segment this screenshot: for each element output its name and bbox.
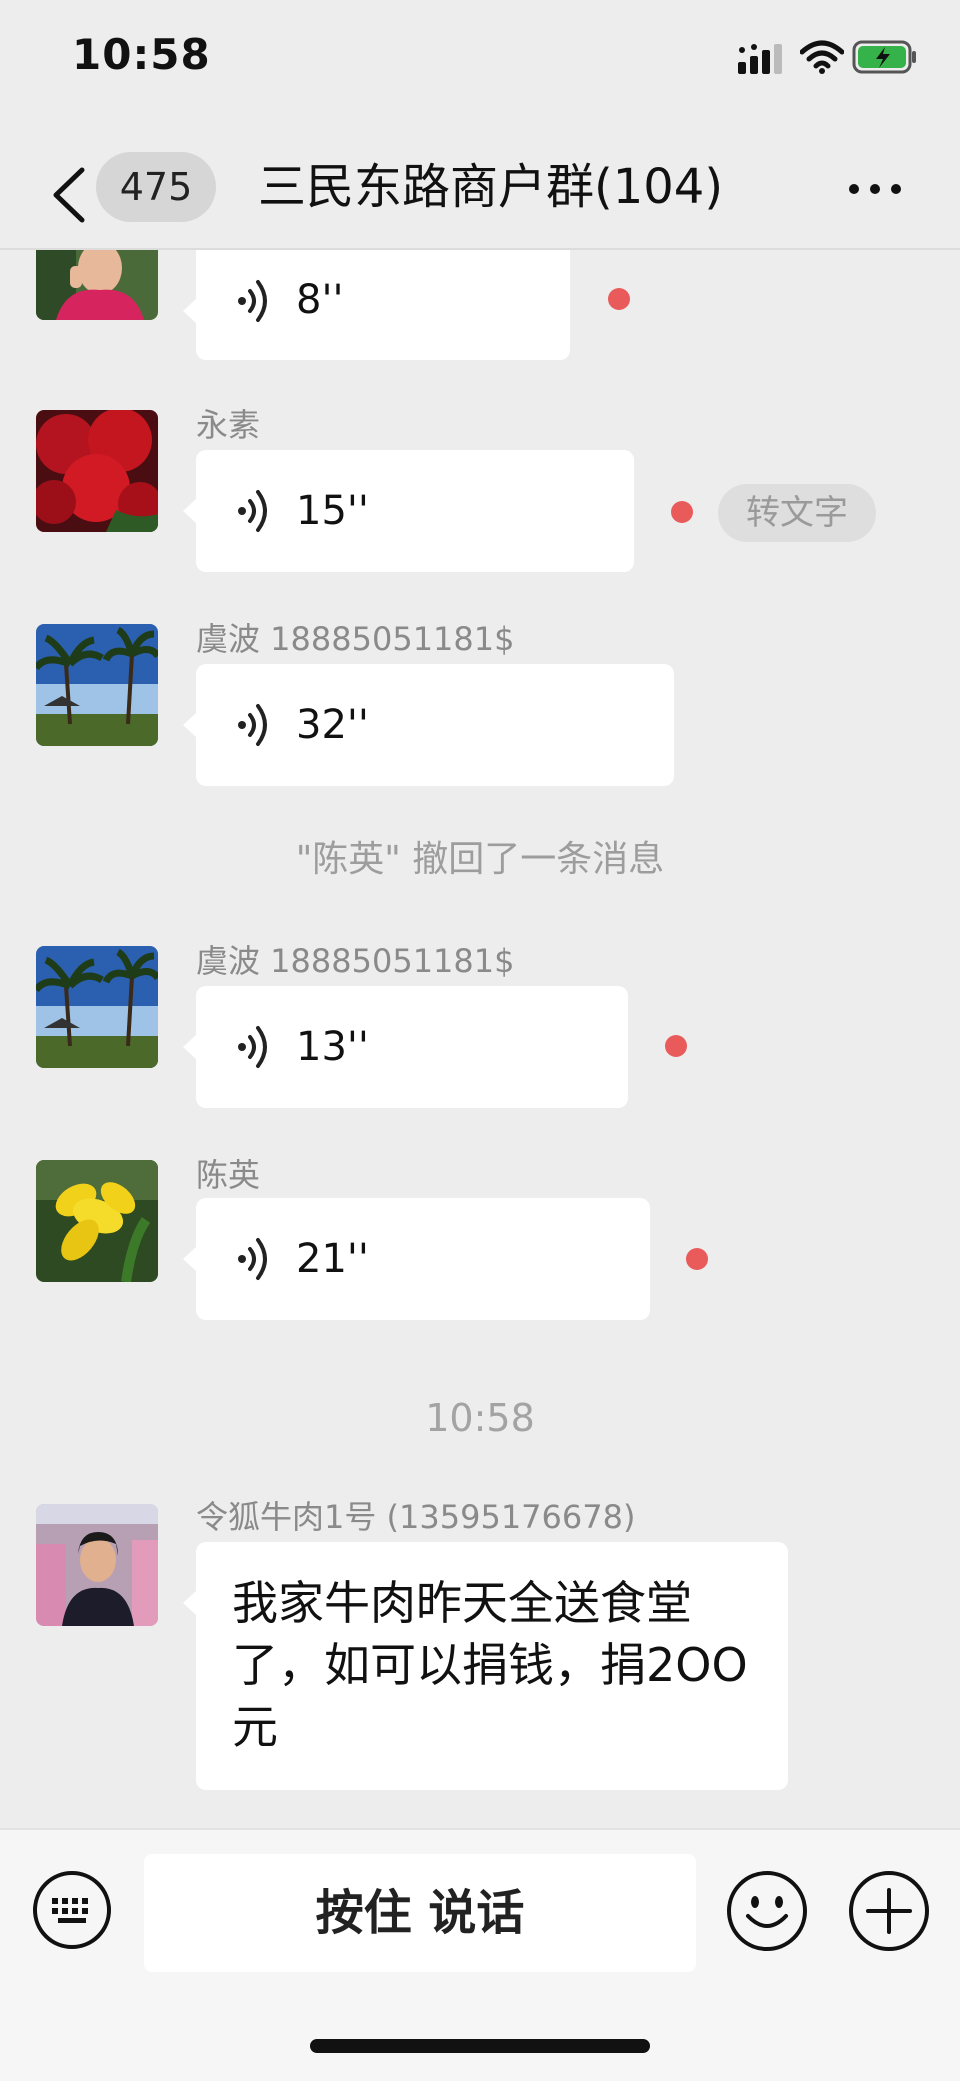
voice-wave-icon (238, 490, 267, 532)
unread-voice-dot (686, 1248, 708, 1270)
voice-message-bubble[interactable]: 13'' (183, 986, 628, 1108)
voice-message-bubble[interactable]: 8'' (183, 250, 570, 360)
emoji-icon[interactable] (726, 1870, 808, 1952)
voice-wave-icon (238, 280, 267, 322)
voice-message-bubble[interactable]: 21'' (183, 1198, 650, 1320)
sender-name: 令狐牛肉1号 (13595176678) (196, 1498, 636, 1536)
cellular-signal-icon (738, 44, 782, 74)
wifi-icon (800, 40, 844, 74)
avatar[interactable] (36, 250, 158, 320)
back-arrow-icon[interactable] (44, 162, 104, 228)
voice-wave-icon (238, 1238, 267, 1280)
voice-wave-icon (238, 1026, 267, 1068)
chat-timestamp: 10:58 (425, 1396, 535, 1440)
sender-name: 虞波 18885051181$ (196, 620, 515, 658)
voice-message-bubble[interactable]: 32'' (183, 664, 674, 786)
avatar-photo-red-flowers (36, 410, 158, 532)
recall-notice: "陈英" 撤回了一条消息 (295, 839, 665, 880)
voice-wave-icon (238, 704, 267, 746)
status-time: 10:58 (72, 30, 211, 79)
battery-charging-icon (852, 40, 916, 74)
home-indicator (310, 2039, 650, 2053)
unread-voice-dot (665, 1035, 687, 1057)
message-text: 我家牛肉昨天全送食堂了，如可以捐钱，捐2OO元 (232, 1576, 748, 1754)
voice-duration: 15'' (296, 488, 369, 534)
voice-message-bubble[interactable]: 15'' (183, 450, 634, 572)
avatar-photo-palm-trees (36, 624, 158, 746)
voice-duration: 21'' (296, 1236, 369, 1282)
hold-to-talk-button[interactable]: 按住 说话 (144, 1854, 696, 1972)
unread-voice-dot (671, 501, 693, 523)
avatar[interactable] (36, 946, 158, 1068)
avatar[interactable] (36, 624, 158, 746)
voice-duration: 13'' (296, 1024, 369, 1070)
sender-name: 永素 (196, 406, 261, 444)
unread-count-badge[interactable]: 475 (96, 152, 216, 222)
avatar-photo-woman-pink (36, 250, 158, 320)
voice-duration: 8'' (296, 277, 344, 323)
plus-icon[interactable] (848, 1870, 930, 1952)
unread-voice-dot (608, 288, 630, 310)
text-message-bubble[interactable]: 我家牛肉昨天全送食堂了，如可以捐钱，捐2OO元 (183, 1542, 788, 1790)
avatar-photo-yellow-flower (36, 1160, 158, 1282)
sender-name: 虞波 18885051181$ (196, 942, 515, 980)
avatar-photo-woman-market (36, 1504, 158, 1626)
chat-header: 475 三民东路商户群(104) (0, 140, 960, 250)
sender-name: 陈英 (196, 1156, 261, 1194)
more-options-icon[interactable] (842, 156, 908, 222)
avatar[interactable] (36, 1504, 158, 1626)
avatar[interactable] (36, 410, 158, 532)
avatar-photo-palm-trees (36, 946, 158, 1068)
voice-duration: 32'' (296, 702, 369, 748)
keyboard-toggle-icon[interactable] (32, 1870, 112, 1950)
chat-title: 三民东路商户群(104) (258, 159, 724, 215)
avatar[interactable] (36, 1160, 158, 1282)
convert-to-text-button[interactable]: 转文字 (718, 484, 876, 542)
